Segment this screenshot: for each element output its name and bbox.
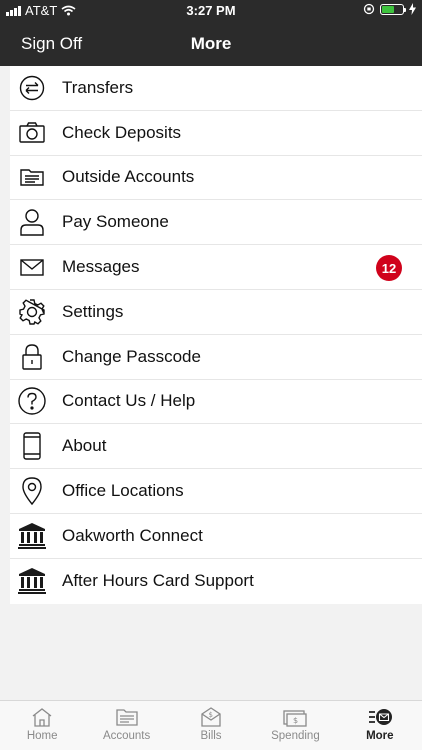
accounts-icon xyxy=(115,709,138,726)
question-icon xyxy=(10,386,54,416)
menu-item-label: Contact Us / Help xyxy=(62,391,196,411)
tab-label: Accounts xyxy=(102,730,151,742)
tab-more[interactable]: More xyxy=(338,701,422,750)
folder-icon xyxy=(10,166,54,188)
menu-item-after-hours-card-support[interactable]: After Hours Card Support xyxy=(10,559,422,604)
tab-bills[interactable]: $ Bills xyxy=(169,701,253,750)
svg-text:$: $ xyxy=(293,716,298,725)
tab-label: Spending xyxy=(271,730,320,742)
svg-text:$: $ xyxy=(209,711,213,719)
gear-icon xyxy=(10,298,54,326)
menu-item-label: Settings xyxy=(62,301,124,321)
menu-item-settings[interactable]: Settings xyxy=(10,290,422,335)
menu-item-label: After Hours Card Support xyxy=(62,571,254,591)
tab-label: More xyxy=(366,730,394,742)
menu-item-label: About xyxy=(62,436,107,456)
nav-bar: Sign Off More xyxy=(0,22,422,66)
lock-icon xyxy=(10,343,54,371)
menu-item-check-deposits[interactable]: Check Deposits xyxy=(10,111,422,156)
menu-item-pay-someone[interactable]: Pay Someone xyxy=(10,200,422,246)
camera-icon xyxy=(10,121,54,145)
tab-spending[interactable]: $ Spending xyxy=(253,701,337,750)
menu-item-about[interactable]: About xyxy=(10,424,422,470)
tab-label: Home xyxy=(26,730,58,742)
transfers-icon xyxy=(10,75,54,101)
battery-icon xyxy=(380,3,406,15)
tab-home[interactable]: Home xyxy=(0,701,84,750)
tab-accounts[interactable]: Accounts xyxy=(84,701,168,750)
tab-label: Bills xyxy=(200,730,222,742)
orientation-lock-icon xyxy=(363,3,375,15)
menu-item-label: Outside Accounts xyxy=(62,167,195,187)
menu-item-contact-us-help[interactable]: Contact Us / Help xyxy=(10,380,422,425)
menu-item-label: Oakworth Connect xyxy=(62,525,203,545)
location-pin-icon xyxy=(10,476,54,506)
charging-icon xyxy=(409,3,416,15)
menu-item-label: Change Passcode xyxy=(62,346,201,366)
person-icon xyxy=(10,208,54,236)
status-right xyxy=(363,3,416,15)
bills-icon: $ xyxy=(201,707,221,727)
menu-item-outside-accounts[interactable]: Outside Accounts xyxy=(10,156,422,201)
bank-icon xyxy=(10,567,54,595)
status-time: 3:27 PM xyxy=(186,3,236,18)
home-icon xyxy=(32,708,52,727)
phone-icon xyxy=(10,431,54,461)
menu-item-messages[interactable]: Messages 12 xyxy=(10,245,422,290)
envelope-icon xyxy=(10,257,54,277)
more-menu: Transfers Check Deposits Outside Account… xyxy=(10,66,422,604)
sign-off-button[interactable]: Sign Off xyxy=(21,34,82,54)
more-icon xyxy=(368,709,392,725)
menu-item-office-locations[interactable]: Office Locations xyxy=(10,469,422,514)
menu-item-label: Office Locations xyxy=(62,481,184,501)
messages-count-badge: 12 xyxy=(376,255,402,282)
bank-icon xyxy=(10,522,54,550)
status-bar: AT&T 3:27 PM xyxy=(0,0,422,22)
menu-item-oakworth-connect[interactable]: Oakworth Connect xyxy=(10,514,422,559)
menu-item-change-passcode[interactable]: Change Passcode xyxy=(10,335,422,380)
menu-item-label: Transfers xyxy=(62,77,134,97)
menu-item-label: Messages xyxy=(62,257,140,277)
menu-item-label: Pay Someone xyxy=(62,212,169,232)
spending-icon: $ xyxy=(283,710,308,727)
menu-item-transfers[interactable]: Transfers xyxy=(10,66,422,111)
menu-item-label: Check Deposits xyxy=(62,122,182,142)
tab-bar: Home Accounts $ Bills $ Spending More xyxy=(0,700,422,750)
